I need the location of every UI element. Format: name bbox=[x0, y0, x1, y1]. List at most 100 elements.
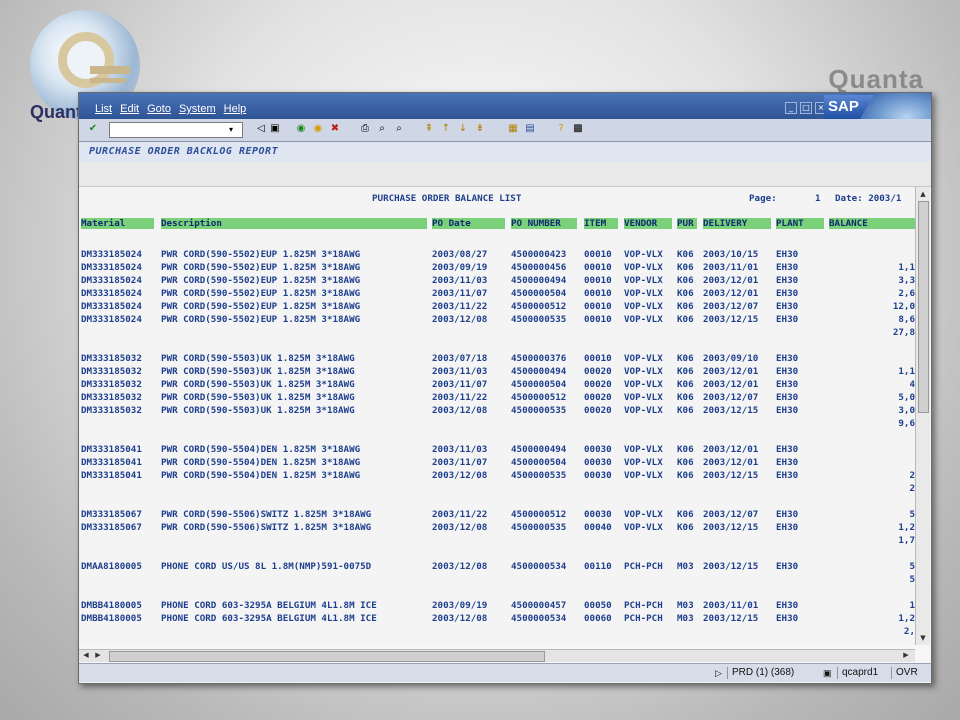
cell-po-date: 2003/08/27 bbox=[432, 249, 488, 260]
minimize-icon[interactable]: _ bbox=[785, 102, 797, 114]
first-page-icon[interactable]: ⇞ bbox=[423, 123, 435, 135]
col-balance-header[interactable]: BALANCE bbox=[829, 218, 915, 229]
subtotal-row[interactable]: 5 bbox=[79, 574, 915, 586]
horizontal-scroll-thumb[interactable] bbox=[109, 651, 545, 662]
table-row[interactable]: DM333185032 PWR CORD(590-5503)UK 1.825M 3… bbox=[79, 405, 915, 417]
scroll-up-icon[interactable]: ▲ bbox=[918, 189, 928, 199]
table-row[interactable]: DM333185067 PWR CORD(590-5506)SWITZ 1.825… bbox=[79, 522, 915, 534]
cell-pur: K06 bbox=[677, 249, 694, 260]
table-row[interactable]: DM333185032 PWR CORD(590-5503)UK 1.825M 3… bbox=[79, 353, 915, 365]
maximize-icon[interactable]: □ bbox=[800, 102, 812, 114]
vertical-scroll-thumb[interactable] bbox=[918, 201, 929, 413]
print-icon[interactable]: ⎙ bbox=[359, 123, 371, 135]
table-row[interactable]: DMBB4180005 PHONE CORD 603-3295A BELGIUM … bbox=[79, 600, 915, 612]
help-icon[interactable]: ? bbox=[555, 123, 567, 135]
last-page-icon[interactable]: ⇟ bbox=[474, 123, 486, 135]
table-row[interactable]: DM333185067 PWR CORD(590-5506)SWITZ 1.825… bbox=[79, 509, 915, 521]
cell-po-date: 2003/11/22 bbox=[432, 301, 488, 312]
scroll-right-small-icon[interactable]: ▶ bbox=[93, 651, 103, 660]
exit-icon[interactable]: ◉ bbox=[312, 123, 324, 135]
table-row[interactable]: DMBB4180005 PHONE CORD 603-3295A BELGIUM … bbox=[79, 613, 915, 625]
subtotal-row[interactable]: 27,8 bbox=[79, 327, 915, 339]
cell-description: PWR CORD(590-5506)SWITZ 1.825M 3*18AWG bbox=[161, 509, 372, 520]
cell-po-number: 4500000456 bbox=[511, 262, 567, 273]
col-item-header[interactable]: ITEM bbox=[584, 218, 618, 229]
table-row[interactable]: DMAA8180005 PHONE CORD US/US 8L 1.8M(NMP)… bbox=[79, 561, 915, 573]
col-po-date-header[interactable]: PO Date bbox=[432, 218, 505, 229]
col-vendor-header[interactable]: VENDOR bbox=[624, 218, 672, 229]
table-row[interactable]: DM333185024 PWR CORD(590-5502)EUP 1.825M … bbox=[79, 314, 915, 326]
cell-pur: K06 bbox=[677, 509, 694, 520]
cell-delivery: 2003/10/15 bbox=[703, 249, 759, 260]
cell-pur: K06 bbox=[677, 444, 694, 455]
status-expand-icon[interactable]: ▷ bbox=[715, 667, 722, 679]
cancel-icon[interactable]: ✖ bbox=[329, 123, 341, 135]
shortcut-icon[interactable]: ▤ bbox=[524, 123, 536, 135]
menu-item-goto[interactable]: Goto bbox=[147, 103, 171, 115]
cell-po-date: 2003/12/08 bbox=[432, 522, 488, 533]
table-row[interactable]: DM333185024 PWR CORD(590-5502)EUP 1.825M … bbox=[79, 275, 915, 287]
table-row[interactable]: DM333185024 PWR CORD(590-5502)EUP 1.825M … bbox=[79, 301, 915, 313]
layout-menu-icon[interactable]: ▩ bbox=[572, 123, 584, 135]
cell-balance: 2, bbox=[903, 626, 915, 637]
table-row[interactable]: DM333185041 PWR CORD(590-5504)DEN 1.825M … bbox=[79, 470, 915, 482]
scroll-left-icon[interactable]: ◀ bbox=[81, 651, 91, 660]
subtotal-row[interactable]: 1,7 bbox=[79, 535, 915, 547]
subtotal-row[interactable]: 2 bbox=[79, 483, 915, 495]
col-pur-header[interactable]: PUR bbox=[677, 218, 697, 229]
cell-pur: K06 bbox=[677, 470, 694, 481]
menu-item-edit[interactable]: Edit bbox=[120, 103, 139, 115]
previous-page-icon[interactable]: ↑ bbox=[440, 123, 452, 135]
standard-toolbar: ✔ ▾ ◁ ▣ ◉ ◉ ✖ ⎙ ⌕ ⌕ ⇞ ↑ ↓ ⇟ ▦ ▤ ? ▩ bbox=[79, 119, 931, 142]
vertical-scrollbar[interactable]: ▲ ▼ bbox=[915, 187, 930, 645]
scroll-down-icon[interactable]: ▼ bbox=[918, 633, 928, 643]
cell-material: DM333185032 bbox=[81, 405, 142, 416]
scroll-right-icon[interactable]: ▶ bbox=[901, 651, 911, 660]
table-row[interactable]: DM333185032 PWR CORD(590-5503)UK 1.825M 3… bbox=[79, 379, 915, 391]
subtotal-row[interactable]: 9,6 bbox=[79, 418, 915, 430]
table-row[interactable]: DM333185024 PWR CORD(590-5502)EUP 1.825M … bbox=[79, 262, 915, 274]
menu-item-help[interactable]: Help bbox=[224, 103, 247, 115]
create-session-icon[interactable]: ▦ bbox=[507, 123, 519, 135]
find-icon[interactable]: ⌕ bbox=[376, 123, 388, 135]
menu-item-system[interactable]: System bbox=[179, 103, 216, 115]
cell-po-number: 4500000535 bbox=[511, 470, 567, 481]
find-next-icon[interactable]: ⌕ bbox=[393, 123, 405, 135]
enter-check-icon[interactable]: ✔ bbox=[87, 123, 99, 135]
save-icon[interactable]: ▣ bbox=[269, 123, 281, 135]
cell-po-number: 4500000535 bbox=[511, 405, 567, 416]
col-delivery-header[interactable]: DELIVERY bbox=[703, 218, 771, 229]
cell-po-number: 4500000504 bbox=[511, 457, 567, 468]
cell-po-date: 2003/12/08 bbox=[432, 470, 488, 481]
cell-vendor: VOP-VLX bbox=[624, 262, 663, 273]
col-description-header[interactable]: Description bbox=[161, 218, 427, 229]
cell-item: 00050 bbox=[584, 600, 612, 611]
col-material-header[interactable]: Material bbox=[81, 218, 154, 229]
table-row[interactable]: DM333185041 PWR CORD(590-5504)DEN 1.825M … bbox=[79, 457, 915, 469]
table-row[interactable]: DM333185024 PWR CORD(590-5502)EUP 1.825M … bbox=[79, 249, 915, 261]
subtotal-row[interactable]: 2, bbox=[79, 626, 915, 638]
cell-material: DM333185024 bbox=[81, 314, 142, 325]
next-page-icon[interactable]: ↓ bbox=[457, 123, 469, 135]
cell-pur: K06 bbox=[677, 288, 694, 299]
menu-item-list[interactable]: List bbox=[95, 103, 112, 115]
table-row[interactable]: DM333185024 PWR CORD(590-5502)EUP 1.825M … bbox=[79, 288, 915, 300]
table-row[interactable]: DM333185041 PWR CORD(590-5504)DEN 1.825M … bbox=[79, 444, 915, 456]
command-field[interactable] bbox=[109, 122, 243, 138]
server-name: qcaprd1 bbox=[837, 667, 878, 679]
cell-po-number: 4500000504 bbox=[511, 379, 567, 390]
horizontal-scrollbar[interactable]: ◀ ▶ ▶ bbox=[79, 649, 915, 662]
col-po-number-header[interactable]: PO NUMBER bbox=[511, 218, 577, 229]
cell-vendor: VOP-VLX bbox=[624, 405, 663, 416]
back-arrow-small-icon[interactable]: ◁ bbox=[255, 123, 267, 135]
col-plant-header[interactable]: PLANT bbox=[776, 218, 824, 229]
table-row[interactable]: DM333185032 PWR CORD(590-5503)UK 1.825M 3… bbox=[79, 392, 915, 404]
back-icon[interactable]: ◉ bbox=[295, 123, 307, 135]
system-info-icon[interactable]: ▣ bbox=[823, 667, 832, 679]
table-row[interactable]: DM333185032 PWR CORD(590-5503)UK 1.825M 3… bbox=[79, 366, 915, 378]
cell-vendor: VOP-VLX bbox=[624, 392, 663, 403]
menu-items: List Edit Goto System Help bbox=[95, 103, 254, 115]
report-date: Date: 2003/1 bbox=[835, 193, 902, 204]
cell-material: DMBB4180005 bbox=[81, 600, 142, 611]
command-history-icon[interactable]: ▾ bbox=[225, 124, 237, 136]
